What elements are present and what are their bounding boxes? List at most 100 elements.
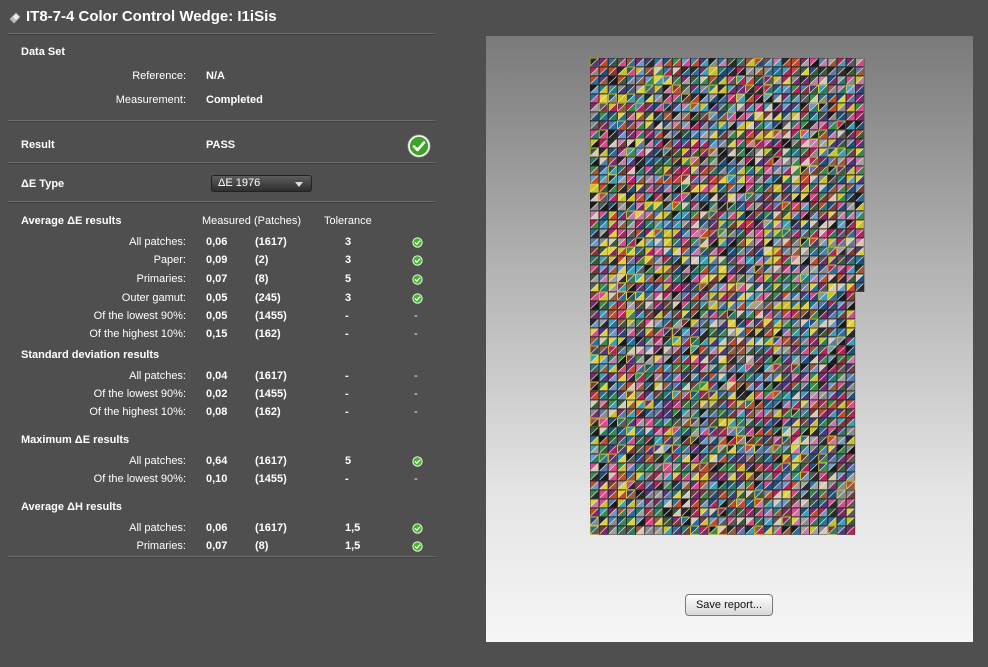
chevron-down-icon	[295, 182, 303, 187]
color-patch	[653, 210, 664, 220]
color-patch	[635, 246, 645, 256]
color-patch	[644, 192, 654, 202]
color-patch	[653, 102, 664, 112]
color-patch	[607, 408, 618, 418]
color-patch	[818, 525, 828, 535]
color-patch	[662, 372, 673, 382]
color-patch	[699, 129, 709, 139]
divider	[8, 33, 435, 35]
color-patch	[827, 489, 837, 499]
color-patch	[745, 192, 755, 202]
color-patch	[818, 318, 828, 328]
color-patch	[827, 453, 837, 463]
color-patch	[854, 66, 865, 76]
color-patch	[708, 417, 718, 427]
color-patch	[635, 516, 645, 526]
color-patch	[681, 264, 691, 274]
color-patch	[781, 327, 792, 337]
color-patch	[598, 165, 609, 175]
color-patch	[763, 228, 773, 238]
color-patch	[836, 300, 847, 310]
color-patch	[635, 129, 645, 139]
color-patch	[699, 498, 709, 508]
color-patch	[790, 525, 801, 535]
color-patch	[671, 444, 682, 454]
color-patch	[754, 480, 764, 490]
color-patch	[763, 354, 773, 364]
color-patch	[809, 165, 819, 175]
color-patch	[681, 219, 691, 229]
color-patch	[745, 219, 755, 229]
color-patch	[800, 66, 810, 76]
color-patch	[763, 417, 773, 427]
color-patch	[772, 327, 782, 337]
row-label: All patches:	[129, 236, 186, 248]
color-patch	[708, 58, 718, 67]
color-patch	[690, 210, 700, 220]
color-patch	[690, 309, 700, 319]
color-patch	[818, 273, 828, 283]
color-patch	[662, 84, 673, 94]
color-patch	[662, 363, 673, 373]
color-patch	[671, 354, 682, 364]
color-patch	[836, 444, 847, 454]
color-patch	[845, 111, 856, 121]
color-patch	[809, 201, 819, 211]
color-patch	[754, 156, 764, 166]
color-patch	[818, 516, 828, 526]
color-patch	[717, 354, 728, 364]
color-patch	[717, 219, 728, 229]
color-patch	[818, 147, 828, 157]
color-patch	[644, 453, 654, 463]
color-patch	[708, 426, 718, 436]
color-patch	[827, 327, 837, 337]
color-patch	[617, 444, 627, 454]
color-patch	[800, 345, 810, 355]
color-patch	[763, 435, 773, 445]
color-patch	[745, 372, 755, 382]
color-patch	[745, 93, 755, 103]
row-patch-count: (1617)	[255, 236, 287, 248]
color-patch	[745, 426, 755, 436]
color-patch	[708, 435, 718, 445]
color-patch	[800, 58, 810, 67]
color-patch	[735, 318, 746, 328]
color-patch	[653, 327, 664, 337]
save-report-button[interactable]: Save report...	[685, 594, 773, 616]
color-patch	[626, 462, 636, 472]
color-patch	[836, 435, 847, 445]
color-patch	[635, 291, 645, 301]
row-label: Of the highest 10%:	[89, 406, 186, 418]
color-patch	[845, 309, 856, 319]
color-patch	[745, 327, 755, 337]
color-patch	[708, 525, 718, 535]
color-patch	[708, 336, 718, 346]
color-patch	[607, 336, 618, 346]
color-patch	[790, 390, 801, 400]
eraser-icon	[9, 11, 21, 24]
color-patch	[745, 228, 755, 238]
color-patch	[708, 507, 718, 517]
color-patch	[754, 300, 764, 310]
color-patch	[781, 156, 792, 166]
color-patch	[809, 327, 819, 337]
color-patch	[617, 525, 627, 535]
color-patch	[735, 75, 746, 85]
color-patch	[790, 309, 801, 319]
color-patch	[699, 84, 709, 94]
color-patch	[827, 66, 837, 76]
color-patch	[607, 255, 618, 265]
color-patch	[662, 516, 673, 526]
color-patch	[745, 471, 755, 481]
color-patch	[827, 201, 837, 211]
color-patch	[590, 93, 599, 103]
color-patch	[763, 309, 773, 319]
color-patch	[745, 300, 755, 310]
color-patch	[836, 219, 847, 229]
color-patch	[671, 66, 682, 76]
de-type-select[interactable]: ΔE 1976	[211, 175, 312, 192]
color-patch	[818, 174, 828, 184]
color-patch	[590, 462, 599, 472]
color-patch	[626, 444, 636, 454]
color-patch	[617, 75, 627, 85]
